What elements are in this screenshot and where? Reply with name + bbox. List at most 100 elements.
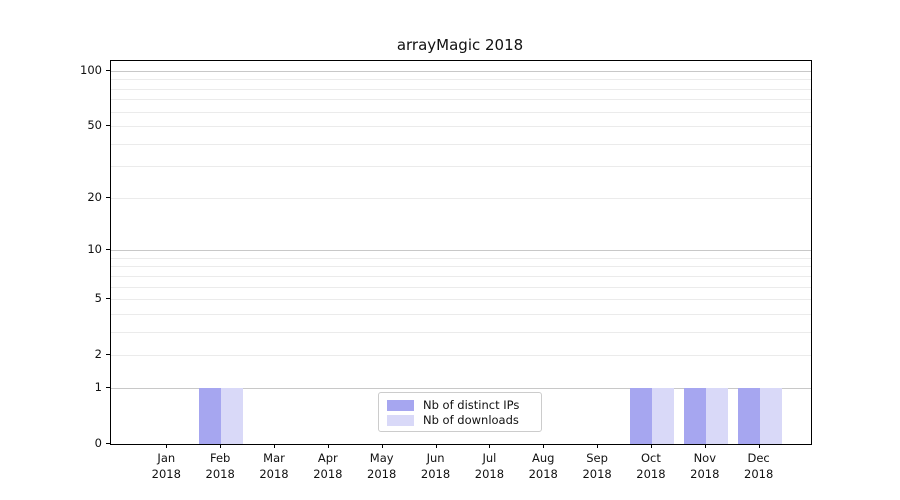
y-tick-label: 10 bbox=[62, 242, 102, 256]
x-tick-label-year: 2018 bbox=[567, 466, 627, 482]
legend-item-downloads: Nb of downloads bbox=[387, 413, 533, 427]
x-tick-label-month: Apr bbox=[298, 450, 358, 466]
gridline-minor bbox=[111, 266, 811, 267]
x-tick-label-year: 2018 bbox=[244, 466, 304, 482]
x-tick bbox=[436, 444, 437, 448]
bar-downloads-nov bbox=[706, 388, 728, 444]
y-tick-label: 0 bbox=[62, 436, 102, 450]
x-tick-label-year: 2018 bbox=[621, 466, 681, 482]
x-tick-label-month: Jul bbox=[459, 450, 519, 466]
x-tick-label-month: Sep bbox=[567, 450, 627, 466]
x-tick-label: Jan2018 bbox=[136, 450, 196, 482]
y-tick bbox=[106, 298, 110, 299]
x-tick-label-month: Aug bbox=[513, 450, 573, 466]
y-tick-label: 20 bbox=[62, 190, 102, 204]
y-tick bbox=[106, 387, 110, 388]
x-tick-label-month: Dec bbox=[729, 450, 789, 466]
x-tick bbox=[328, 444, 329, 448]
x-tick-label-year: 2018 bbox=[675, 466, 735, 482]
gridline-minor bbox=[111, 144, 811, 145]
gridline-minor bbox=[111, 166, 811, 167]
gridline-minor bbox=[111, 299, 811, 300]
x-tick-label-year: 2018 bbox=[136, 466, 196, 482]
x-tick-label: Oct2018 bbox=[621, 450, 681, 482]
x-tick-label-year: 2018 bbox=[190, 466, 250, 482]
y-tick-label: 1 bbox=[62, 380, 102, 394]
y-tick bbox=[106, 197, 110, 198]
bar-distinct-ips-dec bbox=[738, 388, 760, 444]
gridline-major bbox=[111, 250, 811, 251]
y-tick-label: 2 bbox=[62, 347, 102, 361]
legend-label: Nb of downloads bbox=[423, 413, 519, 427]
x-tick bbox=[166, 444, 167, 448]
chart-figure: arrayMagic 2018 0125102050100 Jan2018Feb… bbox=[0, 0, 900, 500]
x-tick bbox=[489, 444, 490, 448]
x-tick-label-month: Oct bbox=[621, 450, 681, 466]
x-tick bbox=[597, 444, 598, 448]
y-tick bbox=[106, 249, 110, 250]
bar-downloads-oct bbox=[652, 388, 674, 444]
bar-distinct-ips-nov bbox=[684, 388, 706, 444]
legend: Nb of distinct IPsNb of downloads bbox=[378, 392, 542, 432]
gridline-minor bbox=[111, 314, 811, 315]
x-tick bbox=[705, 444, 706, 448]
x-tick-label: Jun2018 bbox=[406, 450, 466, 482]
x-tick bbox=[382, 444, 383, 448]
gridline-minor bbox=[111, 258, 811, 259]
legend-swatch bbox=[387, 415, 414, 426]
x-tick-label-year: 2018 bbox=[352, 466, 412, 482]
gridline-minor bbox=[111, 287, 811, 288]
bar-distinct-ips-oct bbox=[630, 388, 652, 444]
plot-area bbox=[110, 60, 812, 445]
x-tick bbox=[651, 444, 652, 448]
x-tick-label-year: 2018 bbox=[513, 466, 573, 482]
y-tick bbox=[106, 354, 110, 355]
x-tick-label-month: Jan bbox=[136, 450, 196, 466]
x-tick bbox=[543, 444, 544, 448]
y-tick-label: 50 bbox=[62, 118, 102, 132]
x-tick-label-month: Mar bbox=[244, 450, 304, 466]
gridline-minor bbox=[111, 276, 811, 277]
gridline-minor bbox=[111, 99, 811, 100]
x-tick-label: Nov2018 bbox=[675, 450, 735, 482]
bar-downloads-feb bbox=[221, 388, 243, 444]
legend-swatch bbox=[387, 400, 414, 411]
gridline-minor bbox=[111, 112, 811, 113]
x-tick-label-month: Feb bbox=[190, 450, 250, 466]
x-tick bbox=[274, 444, 275, 448]
gridline-major bbox=[111, 71, 811, 72]
y-tick bbox=[106, 443, 110, 444]
x-tick-label-year: 2018 bbox=[406, 466, 466, 482]
x-tick bbox=[220, 444, 221, 448]
bar-distinct-ips-feb bbox=[199, 388, 221, 444]
gridline-minor bbox=[111, 198, 811, 199]
x-tick-label: Aug2018 bbox=[513, 450, 573, 482]
legend-label: Nb of distinct IPs bbox=[423, 398, 519, 412]
x-tick-label: Apr2018 bbox=[298, 450, 358, 482]
x-tick-label: Mar2018 bbox=[244, 450, 304, 482]
x-tick-label: May2018 bbox=[352, 450, 412, 482]
y-tick-label: 5 bbox=[62, 291, 102, 305]
x-tick-label-month: Jun bbox=[406, 450, 466, 466]
gridline-minor bbox=[111, 126, 811, 127]
y-tick bbox=[106, 125, 110, 126]
x-tick-label-month: Nov bbox=[675, 450, 735, 466]
bar-downloads-dec bbox=[760, 388, 782, 444]
legend-item-distinct-ips: Nb of distinct IPs bbox=[387, 398, 533, 412]
x-tick-label-year: 2018 bbox=[459, 466, 519, 482]
x-tick-label-month: May bbox=[352, 450, 412, 466]
chart-title: arrayMagic 2018 bbox=[110, 36, 810, 54]
x-tick-label: Sep2018 bbox=[567, 450, 627, 482]
x-tick-label: Dec2018 bbox=[729, 450, 789, 482]
gridline-minor bbox=[111, 79, 811, 80]
x-tick-label: Jul2018 bbox=[459, 450, 519, 482]
gridline-minor bbox=[111, 89, 811, 90]
y-tick bbox=[106, 70, 110, 71]
x-tick-label-year: 2018 bbox=[298, 466, 358, 482]
x-tick-label: Feb2018 bbox=[190, 450, 250, 482]
gridline-minor bbox=[111, 355, 811, 356]
gridline-minor bbox=[111, 332, 811, 333]
y-tick-label: 100 bbox=[62, 63, 102, 77]
x-tick-label-year: 2018 bbox=[729, 466, 789, 482]
x-tick bbox=[759, 444, 760, 448]
